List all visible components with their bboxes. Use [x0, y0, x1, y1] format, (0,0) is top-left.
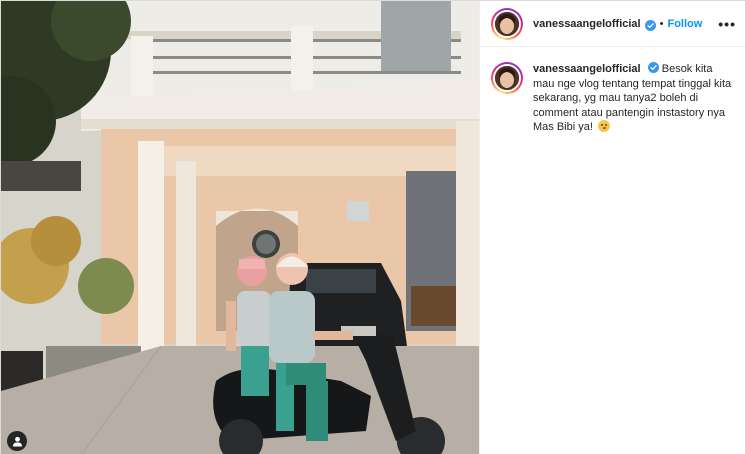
caption-verified-badge-icon [647, 62, 659, 73]
more-options-icon[interactable]: ••• [718, 17, 736, 31]
caption-avatar[interactable] [491, 62, 523, 94]
post-photo-illustration [1, 1, 479, 454]
separator-dot: • [659, 17, 664, 30]
winking-kiss-emoji-icon [597, 120, 610, 132]
caption-username[interactable]: vanessaangelofficial [533, 63, 641, 75]
instagram-post: vanessaangelofficial • Follow ••• vaness… [0, 0, 745, 454]
verified-badge-icon [644, 18, 656, 31]
author-username[interactable]: vanessaangelofficial [533, 18, 641, 30]
post-header: vanessaangelofficial • Follow ••• [480, 1, 745, 47]
user-tag-icon[interactable] [7, 431, 27, 451]
follow-button[interactable]: Follow [667, 18, 702, 30]
caption: vanessaangelofficial Besok kita mau nge … [480, 47, 745, 135]
post-photo[interactable] [1, 1, 479, 454]
post-sidebar: vanessaangelofficial • Follow ••• vaness… [479, 1, 745, 454]
caption-text-block: vanessaangelofficial Besok kita mau nge … [533, 62, 733, 135]
avatar-image [495, 11, 519, 36]
avatar[interactable] [491, 7, 523, 40]
caption-avatar-image [495, 66, 519, 90]
